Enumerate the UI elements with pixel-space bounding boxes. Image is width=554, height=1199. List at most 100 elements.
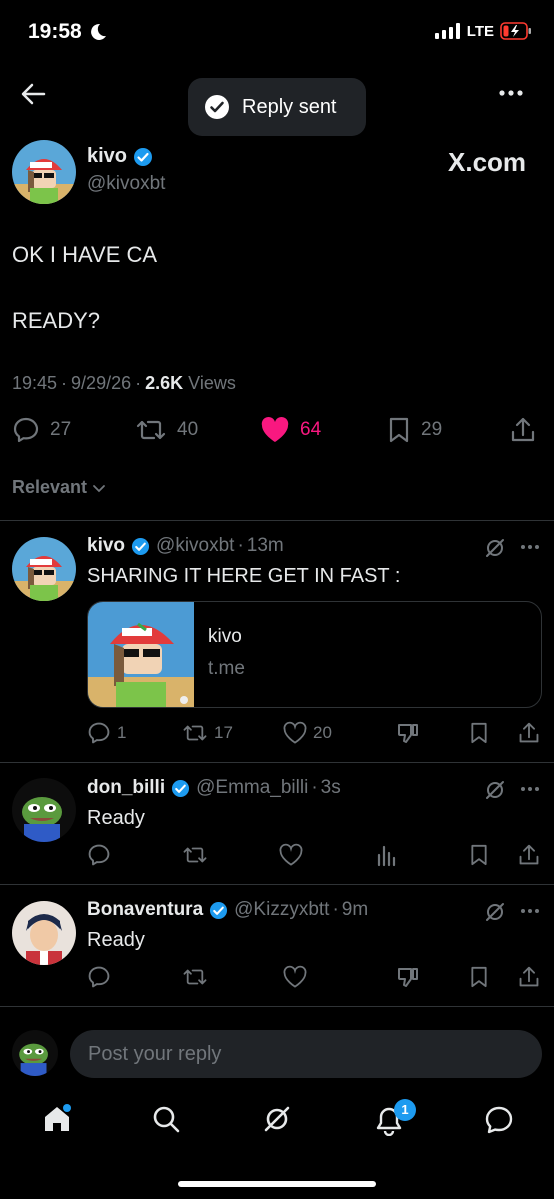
reply-author-name[interactable]: kivo	[87, 535, 125, 557]
share-icon[interactable]	[518, 965, 540, 989]
reply-more-icon[interactable]	[520, 908, 540, 914]
search-icon[interactable]	[151, 1104, 181, 1134]
reply-author-handle[interactable]: @Kizzyxbtt	[234, 899, 329, 921]
back-arrow-icon[interactable]	[20, 82, 46, 106]
grok-icon[interactable]	[484, 779, 506, 801]
toast-text: Reply sent	[242, 95, 337, 118]
signal-icon	[434, 23, 460, 39]
link-preview-card[interactable]: kivo t.me	[87, 601, 542, 708]
link-domain: t.me	[208, 658, 245, 679]
divider	[0, 762, 554, 763]
repost-icon	[183, 725, 207, 741]
bookmark-count: 29	[421, 419, 443, 440]
views-label[interactable]: Views	[188, 373, 236, 394]
home-icon	[45, 1104, 71, 1131]
post-text-line2: READY?	[12, 308, 101, 333]
chevron-down-icon	[93, 484, 105, 492]
verified-badge-icon	[172, 779, 190, 797]
site-label: X.com	[448, 147, 527, 177]
reply-time: 3s	[320, 777, 341, 798]
author-avatar[interactable]	[12, 140, 76, 204]
my-avatar[interactable]	[12, 1030, 58, 1076]
reply-avatar[interactable]	[12, 537, 76, 601]
views-count: 2.6K	[145, 373, 184, 393]
link-thumbnail	[88, 602, 194, 707]
check-circle-icon	[205, 95, 229, 119]
status-right: LTE	[434, 22, 532, 40]
reply-author-name[interactable]: Bonaventura	[87, 899, 203, 921]
share-icon[interactable]	[510, 416, 536, 444]
bookmark-action[interactable]: 29	[387, 416, 442, 444]
clock-label: 19:58	[28, 20, 82, 43]
reply-icon	[13, 417, 39, 443]
author-handle[interactable]: @kivoxbt	[87, 173, 165, 195]
like-count: 64	[300, 419, 322, 440]
heart-filled-icon	[261, 417, 289, 442]
post-time: 19:45	[12, 373, 58, 393]
grok-icon[interactable]	[484, 537, 506, 559]
messages-icon[interactable]	[484, 1105, 514, 1135]
bookmark-icon[interactable]	[469, 843, 489, 867]
grok-icon[interactable]	[484, 901, 506, 923]
reply-like-action[interactable]: 20	[283, 721, 332, 745]
moon-icon	[90, 23, 106, 40]
heart-icon[interactable]	[283, 965, 307, 989]
reply-count: 27	[50, 419, 72, 440]
reply-more-icon[interactable]	[520, 786, 540, 792]
verified-badge-icon	[210, 901, 228, 919]
reply-avatar[interactable]	[12, 901, 76, 965]
verified-badge-icon	[131, 537, 150, 555]
bookmark-icon	[389, 417, 409, 443]
reply-header: Bonaventura @Kizzyxbtt · 9m	[87, 899, 369, 921]
sort-dropdown[interactable]: Relevant	[12, 477, 107, 498]
sort-label: Relevant	[12, 477, 88, 497]
reply-avatar[interactable]	[12, 778, 76, 842]
analytics-icon[interactable]	[376, 843, 398, 867]
share-icon[interactable]	[518, 843, 540, 867]
reply-author-name[interactable]: don_billi	[87, 777, 165, 799]
reply-compose-input[interactable]: Post your reply	[70, 1030, 542, 1078]
author-name[interactable]: kivo	[87, 145, 127, 168]
divider	[0, 884, 554, 885]
bookmark-icon[interactable]	[469, 965, 489, 989]
share-icon[interactable]	[518, 721, 540, 745]
reply-text: Ready	[87, 807, 145, 829]
downvote-icon[interactable]	[396, 721, 420, 745]
downvote-icon[interactable]	[396, 965, 420, 989]
bookmark-icon[interactable]	[469, 721, 489, 745]
compose-placeholder: Post your reply	[88, 1042, 222, 1065]
network-label: LTE	[466, 22, 494, 40]
heart-icon[interactable]	[279, 843, 303, 867]
reply-action[interactable]: 27	[12, 416, 71, 444]
repost-action[interactable]: 40	[135, 416, 198, 444]
status-time: 19:58	[28, 20, 108, 44]
repost-icon[interactable]	[182, 843, 208, 867]
more-options-icon[interactable]	[498, 89, 524, 97]
reply-reply-count: 1	[117, 723, 127, 742]
divider	[0, 1006, 554, 1007]
like-action[interactable]: 64	[260, 416, 321, 444]
reply-more-icon[interactable]	[520, 544, 540, 550]
post-text-line1: OK I HAVE CA	[12, 242, 158, 267]
grok-tab-icon[interactable]	[262, 1104, 292, 1134]
reply-like-count: 20	[313, 723, 332, 742]
reply-icon[interactable]	[87, 965, 111, 989]
post-meta: 19:45 · 9/29/26 · 2.6K Views	[12, 373, 236, 394]
reply-repost-count: 17	[214, 723, 233, 742]
reply-author-handle[interactable]: @kivoxbt	[156, 535, 234, 557]
post-date: 9/29/26	[71, 373, 132, 393]
repost-icon[interactable]	[182, 965, 208, 989]
tab-home[interactable]	[42, 1104, 72, 1134]
verified-badge-icon	[134, 147, 153, 166]
reply-repost-action[interactable]: 17	[182, 721, 233, 745]
reply-author-handle[interactable]: @Emma_billi	[196, 777, 308, 799]
reply-reply-action[interactable]: 1	[87, 721, 126, 745]
reply-header: don_billi @Emma_billi · 3s	[87, 777, 341, 799]
battery-icon	[500, 22, 531, 40]
repost-icon	[136, 420, 166, 440]
reply-icon[interactable]	[87, 843, 111, 867]
divider	[0, 520, 554, 521]
reply-time: 9m	[341, 899, 369, 920]
reply-text: SHARING IT HERE GET IN FAST :	[87, 565, 401, 587]
home-indicator	[178, 1181, 376, 1187]
